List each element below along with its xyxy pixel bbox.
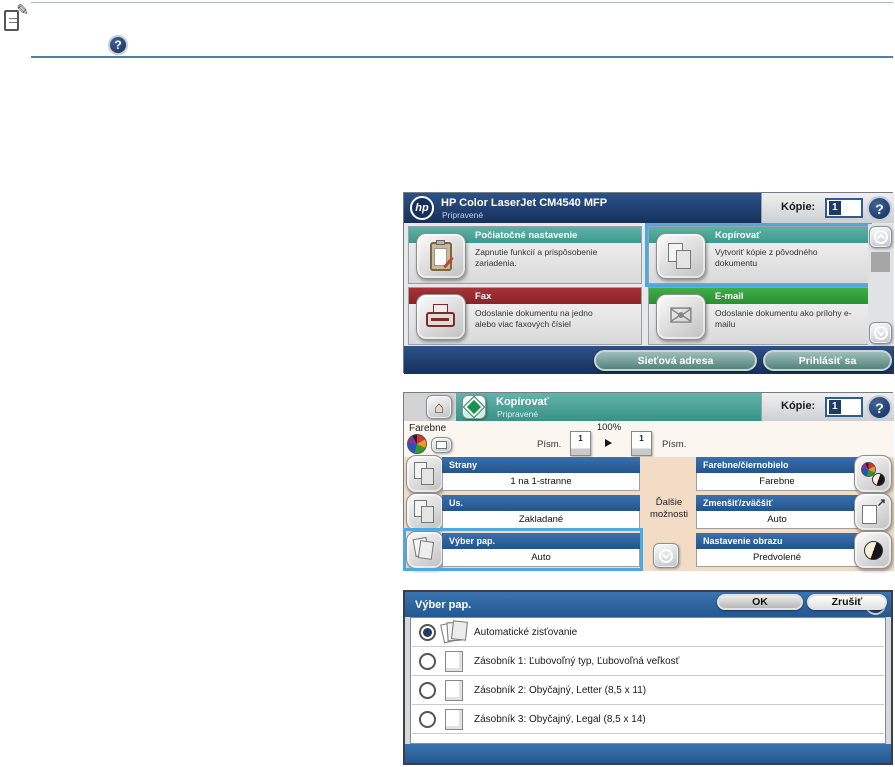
original-page-thumbnail: 1 (570, 431, 591, 456)
output-page-thumbnail: 1 (631, 431, 652, 456)
manual-page: ✎ ? hp HP Color LaserJet CM4540 MFP Prip… (0, 0, 895, 767)
page-icon (445, 680, 463, 701)
tile-fax[interactable]: Fax Odoslanie dokumentu na jedno alebo v… (408, 287, 642, 345)
radio-icon[interactable] (419, 653, 436, 670)
scrollbar-thumb[interactable] (871, 252, 890, 272)
option-color-bw[interactable]: Farebne/čiernobielo Farebne (696, 457, 858, 491)
paper-option-tray3[interactable]: Zásobník 3: Obyčajný, Legal (8,5 x 14) (412, 705, 884, 734)
sign-in-button[interactable]: Prihlásiť sa (763, 350, 892, 371)
network-address-button[interactable]: Sieťová adresa (594, 350, 757, 371)
paper-stack-icon (440, 620, 468, 644)
email-icon: ✉ (656, 294, 706, 340)
paper-selection-dialog: Výber pap. ? Automatické zisťovanie Záso… (403, 590, 893, 765)
tile-email[interactable]: E-mail Odoslanie dokumentu ako prílohy e… (648, 287, 869, 345)
play-arrow-icon (605, 439, 612, 447)
chevron-up-icon (873, 230, 888, 244)
paper-option-tray2[interactable]: Zásobník 2: Obyčajný, Letter (8,5 x 11) (412, 676, 884, 705)
option-collate[interactable]: Us. Zakladané (442, 495, 640, 529)
copies-label: Kópie: (781, 201, 816, 213)
radio-icon[interactable] (419, 711, 436, 728)
tile-description: Odoslanie dokumentu na jedno alebo viac … (475, 308, 593, 330)
hp-logo-icon: hp (410, 196, 434, 220)
reduce-enlarge-icon: ↗ (854, 493, 892, 531)
paper-option-auto-detect[interactable]: Automatické zisťovanie (412, 618, 884, 647)
home-icon: ⌂ (433, 397, 445, 417)
page-size-label-left: Písm. (537, 439, 562, 450)
radio-icon[interactable] (419, 682, 436, 699)
paper-stack-icon (406, 531, 444, 569)
inline-help-icon: ? (108, 35, 128, 55)
option-reduce-enlarge[interactable]: Zmenšiť/zväčšiť Auto (696, 495, 858, 529)
page-icon (445, 709, 463, 730)
option-paper-selection[interactable]: Výber pap. Auto (442, 533, 640, 567)
tile-initial-setup[interactable]: Počiatočné nastavenie Zapnutie funkcií a… (408, 226, 642, 284)
chevron-down-icon (659, 548, 673, 563)
top-divider (31, 2, 893, 3)
more-options-button[interactable] (653, 543, 679, 568)
page-icon (445, 651, 463, 672)
scale-arrow-icon: ↗ (876, 497, 886, 509)
scroll-down-button[interactable] (869, 322, 892, 344)
zoom-percent-label: 100% (596, 422, 622, 433)
tile-description: Vytvoriť kópie z pôvodného dokumentu (715, 247, 818, 269)
dialog-footer-bar (405, 744, 891, 763)
copies-input[interactable]: 1 (825, 397, 863, 417)
copy-pages-icon (656, 233, 706, 279)
orientation-icon (431, 437, 452, 453)
home-screen-panel: hp HP Color LaserJet CM4540 MFP Priprave… (403, 192, 894, 374)
color-wheel-icon (407, 434, 427, 454)
copies-value: 1 (829, 400, 841, 414)
radio-selected-icon[interactable] (419, 624, 436, 641)
help-button[interactable]: ? (867, 395, 892, 420)
tile-description: Zapnutie funkcií a prispôsobenie zariade… (475, 247, 598, 269)
collate-icon (406, 493, 444, 531)
pencil-icon: ✎ (16, 2, 29, 19)
cancel-button[interactable]: Zrušiť (807, 594, 887, 610)
dialog-option-list: Automatické zisťovanie Zásobník 1: Ľubov… (410, 617, 886, 744)
chevron-down-icon (873, 326, 888, 340)
help-button[interactable]: ? (867, 196, 892, 221)
start-icon (464, 397, 484, 417)
status-text: Pripravené (442, 210, 484, 220)
copies-label: Kópie: (781, 400, 816, 412)
tile-description: Odoslanie dokumentu ako prílohy e- mailu (715, 308, 852, 330)
section-divider (31, 56, 893, 58)
color-mode-label: Farebne (409, 423, 447, 434)
page-title: HP Color LaserJet CM4540 MFP (441, 197, 608, 209)
home-button[interactable]: ⌂ (426, 395, 452, 419)
page-size-label-right: Písm. (662, 439, 687, 450)
fax-icon (416, 294, 466, 340)
option-sides[interactable]: Strany 1 na 1-stranne (442, 457, 640, 491)
copy-screen-panel: ⌂ Kopírovať Pripravené Kópie: 1 ? Farebn… (403, 392, 894, 571)
page-title: Kopírovať (496, 396, 549, 408)
color-bw-icon (854, 455, 892, 493)
initial-setup-icon (416, 233, 466, 279)
note-icon: ✎ (4, 2, 29, 34)
start-copy-button[interactable] (462, 395, 486, 419)
option-image-adjustment[interactable]: Nastavenie obrazu Predvolené (696, 533, 858, 567)
status-text: Pripravené (497, 409, 539, 419)
home-titlebar: hp HP Color LaserJet CM4540 MFP Priprave… (404, 193, 761, 223)
copies-input[interactable]: 1 (825, 198, 863, 218)
more-options-label: Ďalšie možnosti (649, 497, 688, 520)
tile-copy[interactable]: Kopírovať Vytvoriť kópie z pôvodného dok… (648, 226, 869, 284)
paper-option-tray1[interactable]: Zásobník 1: Ľubovoľný typ, Ľubovoľná veľ… (412, 647, 884, 676)
ok-button[interactable]: OK (717, 594, 803, 610)
copies-value: 1 (829, 201, 841, 215)
image-adjust-icon (854, 531, 892, 569)
scroll-up-button[interactable] (869, 226, 892, 248)
sides-icon (406, 455, 444, 493)
